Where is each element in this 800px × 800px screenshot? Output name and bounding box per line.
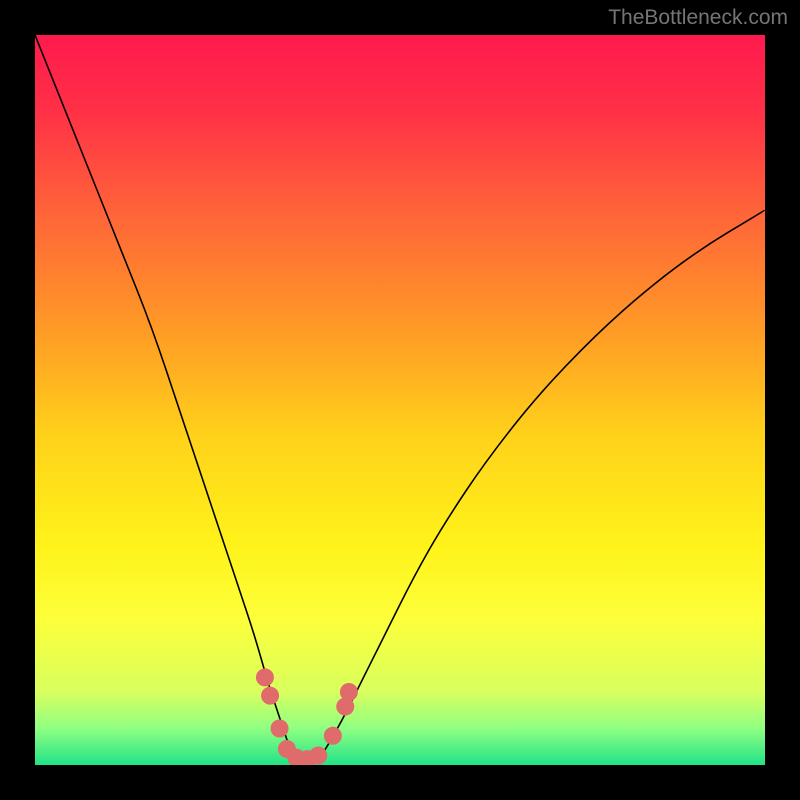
highlight-dot: [271, 720, 289, 738]
highlight-dot: [324, 727, 342, 745]
gradient-background: [35, 35, 765, 765]
highlight-dot: [340, 683, 358, 701]
chart-svg: [35, 35, 765, 765]
highlight-dot: [256, 668, 274, 686]
highlight-dot: [261, 687, 279, 705]
plot-area: [35, 35, 765, 765]
watermark-text: TheBottleneck.com: [608, 6, 788, 30]
highlight-dot: [309, 747, 327, 765]
chart-frame: TheBottleneck.com: [0, 0, 800, 800]
